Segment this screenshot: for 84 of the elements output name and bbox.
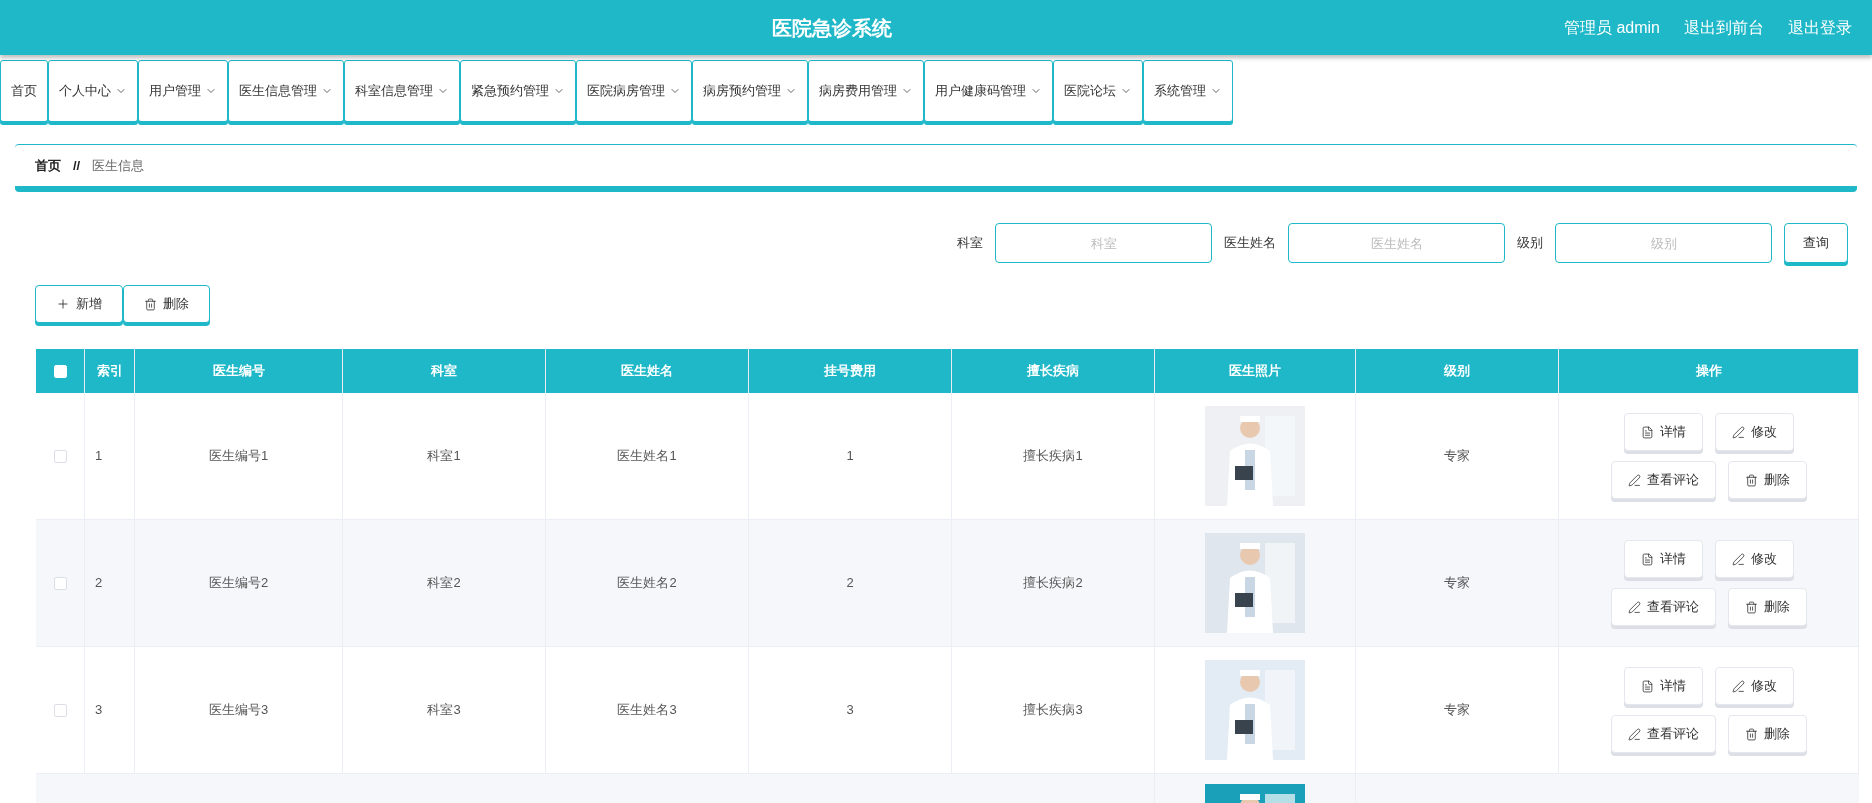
- breadcrumb-home[interactable]: 首页: [35, 155, 61, 176]
- column-header: 擅长疾病: [1027, 362, 1079, 381]
- breadcrumb-current: 医生信息: [92, 156, 145, 175]
- table-cell-text: 擅长疾病3: [1023, 701, 1083, 720]
- edit-icon: [1731, 425, 1745, 439]
- nav-item[interactable]: 用户健康码管理: [924, 60, 1053, 122]
- checkbox[interactable]: [53, 576, 67, 590]
- table-cell-text: 1: [95, 447, 103, 466]
- nav-item[interactable]: 系统管理: [1143, 60, 1233, 122]
- search-field[interactable]: 科室: [995, 223, 1212, 263]
- nav-item[interactable]: 首页: [0, 60, 48, 122]
- trash-icon: [1744, 727, 1758, 741]
- nav-item[interactable]: 病房预约管理: [692, 60, 808, 122]
- table-cell-text: 擅长疾病2: [1023, 574, 1083, 593]
- table-cell-text: 专家: [1444, 447, 1470, 466]
- checkbox[interactable]: [53, 703, 67, 717]
- table-cell-text: 医生姓名1: [617, 447, 677, 466]
- table-cell-text: 医生姓名3: [617, 701, 677, 720]
- field-label: 科室: [957, 234, 983, 253]
- column-header: 级别: [1444, 362, 1470, 381]
- edit-button[interactable]: 修改: [1714, 413, 1794, 451]
- detail-button[interactable]: 详情: [1623, 413, 1703, 451]
- comment-button[interactable]: 查看评论: [1610, 588, 1716, 626]
- comment-button[interactable]: 查看评论: [1610, 461, 1716, 499]
- table-cell-text: 2: [95, 574, 103, 593]
- delete-button[interactable]: 删除: [1727, 588, 1807, 626]
- plus-icon: [56, 297, 70, 311]
- column-header: 医生姓名: [621, 362, 673, 381]
- table-cell-text: 1: [846, 447, 854, 466]
- app-title: 医院急诊系统: [772, 15, 892, 41]
- trash-icon: [1744, 600, 1758, 614]
- field-label: 医生姓名: [1224, 234, 1276, 253]
- nav-item[interactable]: 医院病房管理: [576, 60, 692, 122]
- field-label: 级别: [1517, 234, 1543, 253]
- edit-icon: [1731, 552, 1745, 566]
- trash-icon: [144, 297, 157, 311]
- nav-item[interactable]: 用户管理: [138, 60, 228, 122]
- search-field[interactable]: 级别: [1555, 223, 1772, 263]
- comment-button[interactable]: 查看评论: [1610, 715, 1716, 753]
- nav-item[interactable]: 科室信息管理: [344, 60, 460, 122]
- column-header: 操作: [1695, 362, 1722, 381]
- table-cell-text: 医生编号3: [208, 701, 269, 720]
- table-cell-text: 擅长疾病1: [1023, 447, 1083, 466]
- edit-icon: [1627, 600, 1641, 614]
- query-button[interactable]: 查询: [1784, 223, 1848, 263]
- nav-item[interactable]: 病房费用管理: [808, 60, 924, 122]
- column-header: 索引: [96, 362, 123, 381]
- table-cell-text: 科室3: [427, 701, 461, 720]
- breadcrumb-separator: //: [73, 156, 81, 175]
- table-cell-text: 3: [846, 701, 854, 720]
- column-header: 挂号费用: [824, 362, 876, 381]
- edit-icon: [1731, 679, 1745, 693]
- table-cell-text: 医生姓名2: [617, 574, 677, 593]
- column-header: 医生照片: [1229, 362, 1281, 381]
- add-button[interactable]: 新增: [35, 285, 123, 323]
- table-cell-text: 科室1: [427, 447, 461, 466]
- checkbox[interactable]: [53, 449, 67, 463]
- edit-button[interactable]: 修改: [1714, 540, 1794, 578]
- delete-button[interactable]: 删除: [1727, 715, 1807, 753]
- search-field[interactable]: 医生姓名: [1288, 223, 1505, 263]
- nav-item[interactable]: 紧急预约管理: [460, 60, 576, 122]
- document-icon: [1640, 679, 1654, 693]
- trash-icon: [1744, 473, 1758, 487]
- table-cell-text: 医生编号2: [208, 574, 269, 593]
- column-header: 医生编号: [212, 362, 265, 381]
- document-icon: [1640, 425, 1654, 439]
- edit-icon: [1627, 473, 1641, 487]
- nav-item[interactable]: 医院论坛: [1053, 60, 1143, 122]
- delete-button[interactable]: 删除: [1727, 461, 1807, 499]
- table-cell-text: 科室2: [427, 574, 461, 593]
- table-cell-text: 2: [846, 574, 854, 593]
- column-header: 科室: [431, 362, 457, 381]
- table-cell-text: 医生编号1: [208, 447, 269, 466]
- detail-button[interactable]: 详情: [1623, 667, 1703, 705]
- edit-button[interactable]: 修改: [1714, 667, 1794, 705]
- table-cell-text: 3: [95, 701, 103, 720]
- nav-item[interactable]: 个人中心: [48, 60, 138, 122]
- nav-item[interactable]: 医生信息管理: [228, 60, 344, 122]
- document-icon: [1640, 552, 1654, 566]
- delete-button[interactable]: 删除: [123, 285, 210, 323]
- detail-button[interactable]: 详情: [1623, 540, 1703, 578]
- table-cell-text: 专家: [1444, 574, 1470, 593]
- table-cell-text: 专家: [1444, 701, 1470, 720]
- edit-icon: [1627, 727, 1641, 741]
